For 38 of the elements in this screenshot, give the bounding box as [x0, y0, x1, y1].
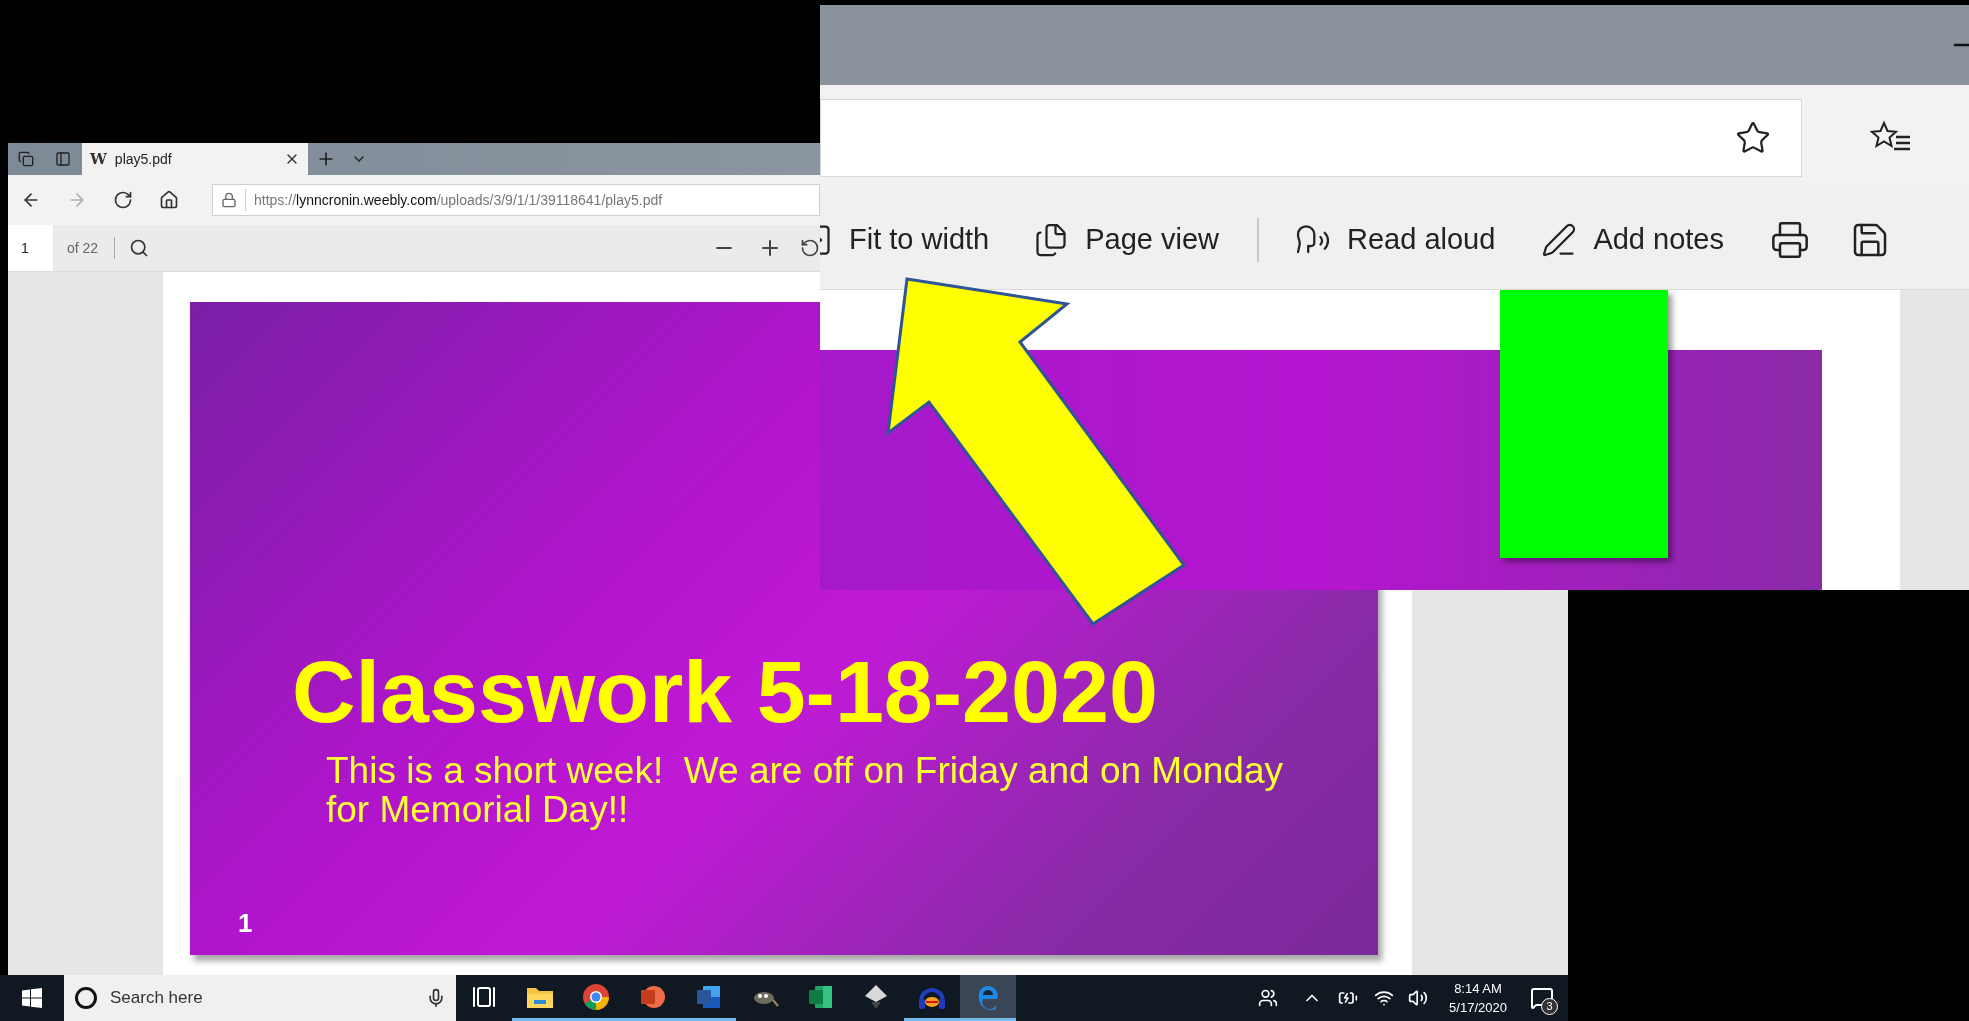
rotate-icon[interactable] [800, 238, 820, 258]
search-placeholder: Search here [110, 987, 204, 1010]
toolbar-button[interactable]: Add notes [1541, 217, 1724, 262]
clock-button[interactable]: 8:14 AM 5/17/2020 [1440, 975, 1516, 1021]
address-field[interactable] [820, 98, 1802, 177]
microphone-icon [426, 988, 446, 1008]
browser-tab[interactable]: W play5.pdf [82, 143, 308, 175]
notifications-button[interactable]: 3 [1516, 975, 1568, 1021]
toolbar-button[interactable]: Page view [1033, 217, 1220, 262]
tabs-icon [18, 151, 34, 167]
tab-title: play5.pdf [114, 149, 173, 169]
print-icon[interactable] [1770, 219, 1810, 260]
page-number-field[interactable]: 1 [8, 225, 53, 271]
ring-icon [74, 986, 98, 1010]
star-icon[interactable] [1735, 119, 1771, 156]
volume-icon[interactable] [1408, 988, 1428, 1008]
search-field[interactable]: Search here [64, 975, 456, 1021]
slide-title: Classwork 5-18-2020 [292, 647, 1159, 737]
lock-icon [221, 192, 237, 208]
toolbar-button[interactable]: Fit to width [820, 217, 990, 262]
site-favicon: W [90, 148, 107, 170]
wifi-icon[interactable] [1374, 988, 1394, 1008]
ring-logo-icon [582, 982, 610, 1011]
windows-logo-icon [22, 988, 42, 1008]
search-icon[interactable] [129, 238, 150, 258]
slide-subtitle: This is a short week! We are off on Friday and on Monday for Memorial Day!! [326, 751, 1284, 829]
url-text: https://lynncronin.weebly.com/uploads/3/9/1/1/39118641/play5.pdf [254, 190, 663, 210]
toolbar-button[interactable]: Read aloud [1295, 217, 1496, 262]
message-icon [1530, 986, 1554, 1010]
pen-icon [1541, 221, 1578, 258]
diamond-logo-icon [863, 982, 889, 1011]
task-view-icon [472, 984, 496, 1009]
panel-icon [55, 151, 71, 167]
address-field[interactable]: https://lynncronin.weebly.com/uploads/3/9/1/1/39118641/play5.pdf [212, 184, 820, 216]
notification-badge: 3 [1541, 998, 1558, 1015]
people-icon[interactable] [1258, 988, 1278, 1008]
slide-number: 1 [238, 907, 254, 940]
page-count: of 22 [67, 238, 99, 258]
